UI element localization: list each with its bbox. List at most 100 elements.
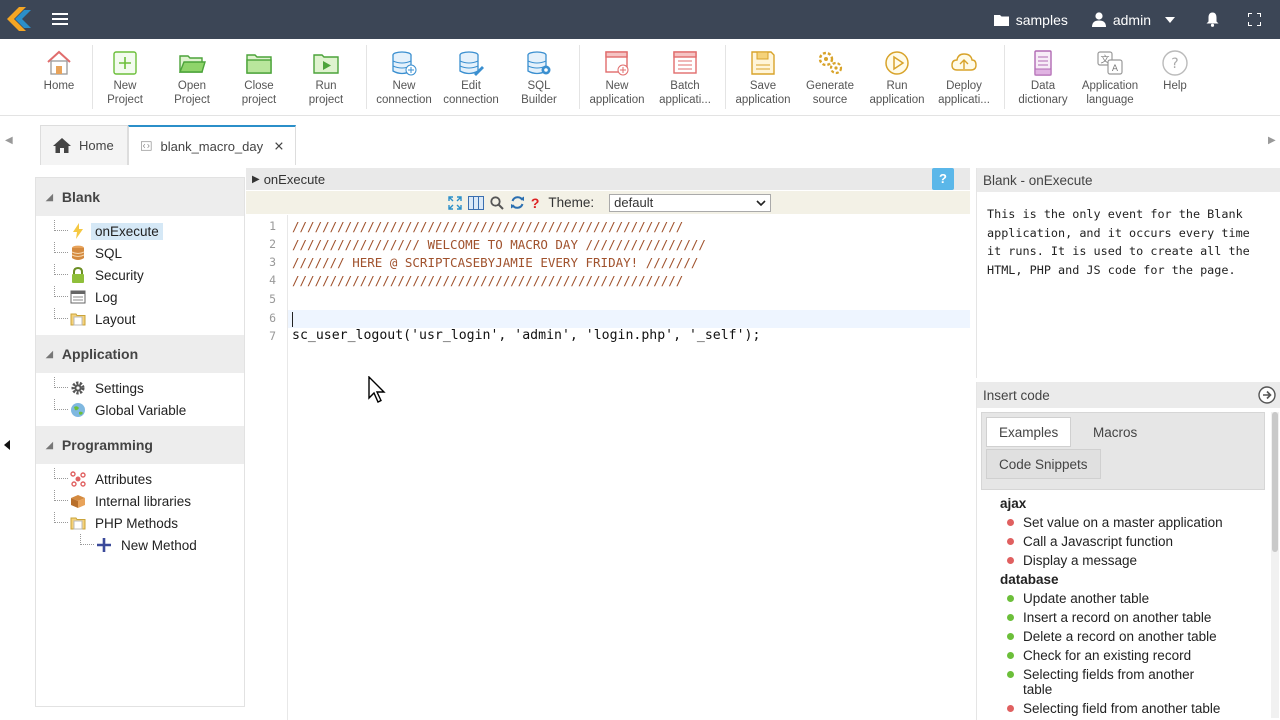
batch-application-icon: [673, 51, 697, 74]
application-language-button[interactable]: 文A Application language: [1077, 49, 1143, 107]
new-project-label: New Project: [107, 80, 143, 106]
tab-home-label: Home: [79, 138, 114, 153]
new-connection-button[interactable]: New connection: [371, 49, 437, 107]
tab-home[interactable]: Home: [40, 125, 128, 165]
deploy-application-button[interactable]: Deploy applicati...: [931, 49, 997, 107]
user-menu[interactable]: admin: [1091, 12, 1182, 28]
mouse-cursor-icon: [368, 376, 386, 403]
refresh-icon[interactable]: [510, 195, 525, 210]
tree-item-layout[interactable]: Layout: [36, 308, 244, 330]
gear-icon: [71, 381, 85, 395]
run-application-label: Run application: [869, 80, 925, 106]
new-project-button[interactable]: New Project: [92, 49, 158, 107]
deploy-application-label: Deploy applicati...: [938, 80, 990, 106]
help-icon: ?: [1162, 50, 1188, 76]
example-item[interactable]: Insert a record on another table: [1007, 610, 1257, 625]
section-blank[interactable]: ◢ Blank: [36, 178, 244, 216]
edit-connection-icon: [459, 51, 484, 76]
tabs-scroll-right[interactable]: ▶: [1268, 135, 1276, 146]
fullscreen-button[interactable]: [1248, 13, 1268, 26]
attributes-icon: [70, 471, 86, 487]
example-item[interactable]: Call a Javascript function: [1007, 534, 1257, 549]
category-ajax: ajax: [1000, 496, 1027, 511]
tab-code-snippets[interactable]: Code Snippets: [986, 449, 1101, 479]
sql-builder-button[interactable]: SQL Builder: [506, 49, 572, 107]
fullscreen-icon[interactable]: [448, 195, 462, 210]
tab-macros[interactable]: Macros: [1080, 417, 1150, 447]
line-gutter: [246, 215, 288, 720]
open-project-icon: [178, 55, 206, 73]
info-text: This is the only event for the Blank app…: [987, 207, 1250, 277]
tree-item-internal-libraries[interactable]: Internal libraries: [36, 490, 244, 512]
event-info-panel: Blank - onExecute This is the only event…: [976, 168, 1280, 378]
project-selector[interactable]: samples: [993, 12, 1068, 28]
tree-item-php-methods[interactable]: PHP Methods: [36, 512, 244, 534]
editor-help-button[interactable]: ?: [932, 168, 954, 190]
tree-item-log[interactable]: Log: [36, 286, 244, 308]
generate-source-button[interactable]: Generate source: [797, 49, 863, 107]
code-line: ////////////////////////////////////////…: [292, 273, 684, 288]
search-icon[interactable]: [490, 195, 504, 210]
tree-item-global-variable[interactable]: Global Variable: [36, 399, 244, 421]
line-number: 5: [269, 292, 276, 306]
section-programming[interactable]: ◢ Programming: [36, 426, 244, 464]
example-item[interactable]: Update another table: [1007, 591, 1257, 606]
batch-application-button[interactable]: Batch applicati...: [652, 49, 718, 107]
new-connection-icon: [392, 51, 417, 76]
expand-triangle-icon[interactable]: ▶: [252, 174, 260, 185]
run-project-button[interactable]: Run project: [293, 49, 359, 107]
home-button[interactable]: Home: [26, 49, 92, 94]
example-item[interactable]: Selecting fields from another table: [1007, 667, 1227, 697]
editor-header: ▶ onExecute: [246, 168, 970, 190]
tree-item-new-method[interactable]: New Method: [36, 534, 244, 556]
chevron-down-icon: [756, 199, 766, 206]
theme-value: default: [614, 195, 654, 210]
data-dictionary-label: Data dictionary: [1018, 80, 1068, 106]
section-application[interactable]: ◢ Application: [36, 335, 244, 373]
generate-source-icon: [818, 51, 843, 75]
save-application-button[interactable]: Save application: [730, 49, 796, 107]
sql-builder-icon: [527, 51, 551, 75]
menu-icon[interactable]: [52, 10, 68, 28]
close-project-button[interactable]: Close project: [226, 49, 292, 107]
arrow-circle-right-icon[interactable]: [1258, 386, 1276, 404]
notifications-button[interactable]: [1206, 12, 1226, 27]
tree-item-onexecute[interactable]: onExecute: [36, 220, 244, 242]
tree-item-settings[interactable]: Settings: [36, 377, 244, 399]
insert-code-header: Insert code: [977, 382, 1280, 408]
tab-blank-macro-day[interactable]: blank_macro_day: [128, 125, 296, 165]
theme-select[interactable]: default: [609, 193, 772, 212]
help-button[interactable]: ? Help: [1142, 49, 1208, 94]
example-item[interactable]: Set value on a master application: [1007, 515, 1257, 530]
lightning-icon: [73, 223, 83, 239]
new-application-icon: [605, 51, 629, 76]
scriptcase-logo[interactable]: [0, 0, 39, 39]
data-dictionary-button[interactable]: Data dictionary: [1010, 49, 1076, 107]
tab-examples[interactable]: Examples: [986, 417, 1072, 447]
insert-code-scrollbar[interactable]: [1271, 412, 1279, 718]
tree-item-security[interactable]: Security: [36, 264, 244, 286]
tabs-scroll-left[interactable]: ◀: [5, 135, 13, 146]
example-item[interactable]: Selecting field from another table: [1007, 701, 1257, 716]
collapse-left-icon[interactable]: [4, 440, 10, 450]
batch-application-label: Batch applicati...: [659, 80, 711, 106]
lock-icon: [72, 267, 84, 283]
tree-item-sql[interactable]: SQL: [36, 242, 244, 264]
sql-builder-label: SQL Builder: [521, 80, 557, 106]
columns-icon[interactable]: [467, 195, 484, 210]
question-icon[interactable]: ?: [531, 195, 540, 211]
edit-connection-label: Edit connection: [443, 80, 499, 106]
example-item[interactable]: Check for an existing record: [1007, 648, 1257, 663]
example-item[interactable]: Delete a record on another table: [1007, 629, 1257, 644]
code-editor[interactable]: 1 2 3 4 5 6 7 //////////////////////////…: [246, 215, 970, 720]
run-application-button[interactable]: Run application: [864, 49, 930, 107]
editor-toolbar: ? Theme: default: [246, 191, 970, 214]
new-application-button[interactable]: New application: [584, 49, 650, 107]
insert-code-panel: Insert code Examples Macros Code Snippet…: [976, 382, 1280, 720]
example-item[interactable]: Display a message: [1007, 553, 1257, 568]
open-project-button[interactable]: Open Project: [159, 49, 225, 107]
edit-connection-button[interactable]: Edit connection: [438, 49, 504, 107]
close-icon[interactable]: [275, 140, 283, 152]
tree-item-label: Settings: [95, 380, 144, 396]
tree-item-attributes[interactable]: Attributes: [36, 468, 244, 490]
